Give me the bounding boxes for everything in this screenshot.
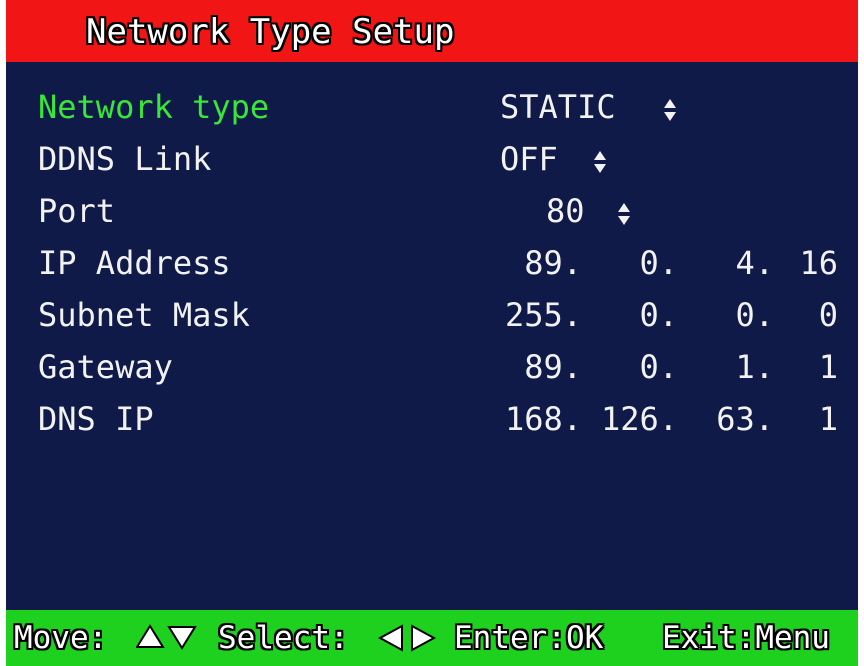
left-right-triangles-icon — [378, 624, 437, 652]
dns-ip-octet-1[interactable]: 168. — [486, 400, 582, 438]
up-down-arrows-icon[interactable] — [662, 95, 678, 125]
row-gateway[interactable]: Gateway 89. 0. 1. 1 — [6, 348, 858, 392]
port-value[interactable]: 80 — [546, 192, 585, 230]
up-down-arrows-icon[interactable] — [616, 199, 632, 229]
gateway-octet-3[interactable]: 1. — [678, 348, 774, 386]
title-bar: Network Type Setup — [6, 0, 858, 62]
gateway-octet-4[interactable]: 1 — [774, 348, 838, 386]
row-network-type[interactable]: Network type STATIC — [6, 88, 858, 132]
footer-move-label: Move: — [14, 620, 108, 656]
subnet-mask-octet-1[interactable]: 255. — [486, 296, 582, 334]
gateway-octet-2[interactable]: 0. — [582, 348, 678, 386]
row-ddns-link[interactable]: DDNS Link OFF — [6, 140, 858, 184]
row-subnet-mask[interactable]: Subnet Mask 255. 0. 0. 0 — [6, 296, 858, 340]
dns-ip-octet-3[interactable]: 63. — [678, 400, 774, 438]
ddns-link-label: DDNS Link — [38, 140, 212, 178]
footer-exit-label: Exit:Menu — [662, 620, 830, 656]
ip-address-label: IP Address — [38, 244, 231, 282]
dns-ip-label: DNS IP — [38, 400, 154, 438]
footer-select-label: Select: — [218, 620, 349, 656]
ip-address-octet-3[interactable]: 4. — [678, 244, 774, 282]
page-title: Network Type Setup — [86, 12, 455, 52]
osd-menu-panel: Network Type Setup Network type STATIC D… — [6, 0, 858, 666]
network-type-value[interactable]: STATIC — [500, 88, 616, 126]
subnet-mask-octet-4[interactable]: 0 — [774, 296, 838, 334]
up-down-arrows-icon[interactable] — [592, 147, 608, 177]
subnet-mask-label: Subnet Mask — [38, 296, 250, 334]
subnet-mask-octet-2[interactable]: 0. — [582, 296, 678, 334]
ip-address-octet-4[interactable]: 16 — [774, 244, 838, 282]
dns-ip-octet-4[interactable]: 1 — [774, 400, 838, 438]
help-footer-bar: Move: Select: Enter:OK Exit:Menu — [6, 610, 858, 666]
row-dns-ip[interactable]: DNS IP 168. 126. 63. 1 — [6, 400, 858, 444]
port-label: Port — [38, 192, 116, 230]
row-ip-address[interactable]: IP Address 89. 0. 4. 16 — [6, 244, 858, 288]
row-port[interactable]: Port 80 — [6, 192, 858, 236]
ddns-link-value[interactable]: OFF — [500, 140, 558, 178]
gateway-octet-1[interactable]: 89. — [486, 348, 582, 386]
ip-address-octet-2[interactable]: 0. — [582, 244, 678, 282]
subnet-mask-octet-3[interactable]: 0. — [678, 296, 774, 334]
footer-enter-label: Enter:OK — [454, 620, 604, 656]
network-type-label: Network type — [38, 88, 270, 126]
gateway-label: Gateway — [38, 348, 173, 386]
dns-ip-octet-2[interactable]: 126. — [582, 400, 678, 438]
ip-address-octet-1[interactable]: 89. — [486, 244, 582, 282]
up-down-triangles-icon — [136, 624, 197, 650]
